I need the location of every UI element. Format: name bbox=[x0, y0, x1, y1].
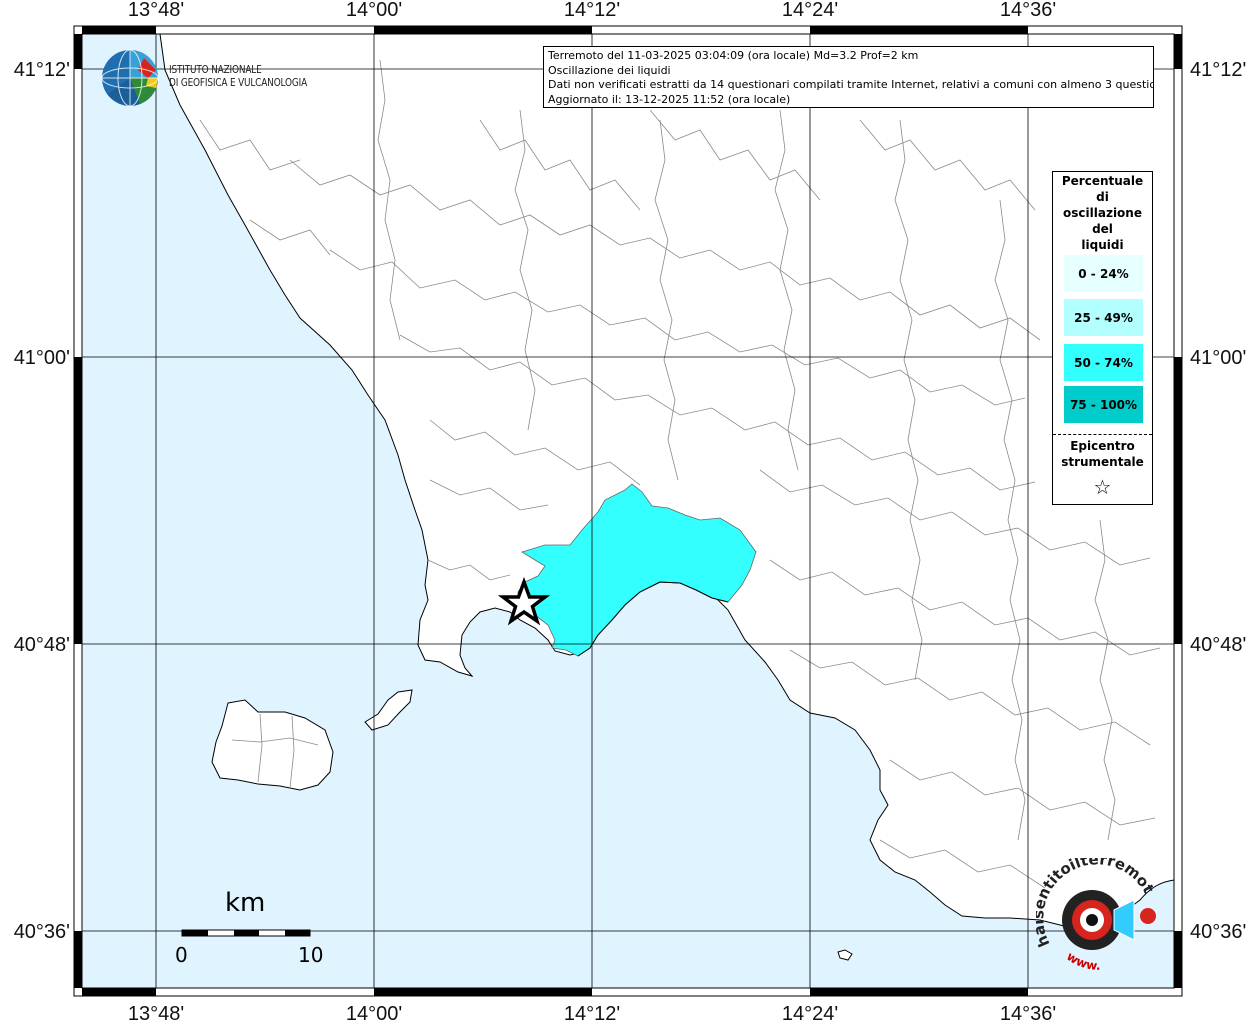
legend-title-line: Percentuale bbox=[1061, 174, 1144, 188]
ingv-name: ISTITUTO NAZIONALE DI GEOFISICA E VULCAN… bbox=[169, 64, 307, 90]
hsit-www-text: www. bbox=[1064, 949, 1100, 970]
event-title: Terremoto del 11-03-2025 03:04:09 (ora l… bbox=[548, 49, 919, 62]
legend-title-line: di bbox=[1096, 190, 1109, 204]
event-info-box: Terremoto del 11-03-2025 03:04:09 (ora l… bbox=[543, 46, 1154, 108]
update-time: Aggiornato il: 13-12-2025 11:52 (ora loc… bbox=[548, 92, 791, 106]
latitude-labels-right: 41°12' 41°00' 40°48' 40°36' bbox=[1190, 59, 1246, 943]
legend-class-label: 75 - 100% bbox=[1069, 397, 1138, 412]
legend-class-label: 25 - 49% bbox=[1074, 310, 1133, 325]
lat-tick-left: 41°00' bbox=[14, 347, 70, 369]
legend-class-25-49: 25 - 49% bbox=[1064, 299, 1143, 336]
lat-tick-right: 40°48' bbox=[1190, 634, 1246, 656]
legend-epicenter-label: Epicentro strumentale bbox=[1053, 438, 1152, 470]
legend-epicenter-line2: strumentale bbox=[1061, 455, 1144, 469]
lon-tick-bottom: 13°48' bbox=[128, 1003, 184, 1024]
legend-class-label: 50 - 74% bbox=[1074, 355, 1133, 370]
scale-unit: km bbox=[225, 888, 266, 918]
hsit-logo-graphic: haisentitoilterremoto.it www. bbox=[1029, 844, 1157, 973]
lat-tick-right: 41°12' bbox=[1190, 59, 1246, 81]
scale-end: 10 bbox=[298, 943, 324, 967]
legend-class-0-24: 0 - 24% bbox=[1064, 255, 1143, 292]
legend-class-75-100: 75 - 100% bbox=[1064, 386, 1143, 423]
lat-tick-left: 41°12' bbox=[14, 59, 70, 81]
legend-epicenter-line1: Epicentro bbox=[1070, 439, 1135, 453]
scale-bar bbox=[181, 929, 311, 937]
lon-tick-bottom: 14°36' bbox=[1000, 1003, 1056, 1024]
lat-tick-left: 40°36' bbox=[14, 921, 70, 943]
lon-tick-top: 14°00' bbox=[346, 0, 402, 21]
ingv-name-line1: ISTITUTO NAZIONALE bbox=[169, 64, 262, 76]
lon-tick-bottom: 14°24' bbox=[782, 1003, 838, 1024]
map-subject: Oscillazione dei liquidi bbox=[548, 63, 671, 77]
lon-tick-top: 14°24' bbox=[782, 0, 838, 21]
legend-title-line: del bbox=[1092, 222, 1113, 236]
legend-separator bbox=[1053, 434, 1152, 435]
legend-title: Percentuale di oscillazione del liquidi bbox=[1053, 173, 1152, 253]
longitude-labels-top: 13°48' 14°00' 14°12' 14°24' 14°36' bbox=[128, 0, 1056, 21]
hsit-www-textpath: www. bbox=[1064, 949, 1100, 973]
lon-tick-top: 14°12' bbox=[564, 0, 620, 21]
hsit-target-icon bbox=[1062, 890, 1156, 950]
ingv-globe-icon bbox=[101, 49, 159, 107]
latitude-labels-left: 41°12' 41°00' 40°48' 40°36' bbox=[14, 59, 70, 943]
hsit-logo: haisentitoilterremoto.it www. bbox=[1029, 844, 1168, 973]
lon-tick-bottom: 14°00' bbox=[346, 1003, 402, 1024]
legend-class-50-74: 50 - 74% bbox=[1064, 344, 1143, 381]
lon-tick-bottom: 14°12' bbox=[564, 1003, 620, 1024]
lat-tick-right: 41°00' bbox=[1190, 347, 1246, 369]
lat-tick-left: 40°48' bbox=[14, 634, 70, 656]
scale-start: 0 bbox=[175, 943, 188, 967]
lon-tick-top: 13°48' bbox=[128, 0, 184, 21]
longitude-labels-bottom: 13°48' 14°00' 14°12' 14°24' 14°36' bbox=[128, 1003, 1056, 1024]
lat-tick-right: 40°36' bbox=[1190, 921, 1246, 943]
data-note: Dati non verificati estratti da 14 quest… bbox=[548, 78, 1154, 91]
legend: Percentuale di oscillazione del liquidi … bbox=[1052, 171, 1153, 505]
legend-title-line: oscillazione bbox=[1063, 206, 1142, 220]
legend-star-icon: ☆ bbox=[1093, 475, 1112, 499]
legend-title-line: liquidi bbox=[1081, 238, 1124, 252]
ingv-name-line2: DI GEOFISICA E VULCANOLOGIA bbox=[169, 77, 308, 89]
legend-class-label: 0 - 24% bbox=[1078, 266, 1129, 281]
lon-tick-top: 14°36' bbox=[1000, 0, 1056, 21]
